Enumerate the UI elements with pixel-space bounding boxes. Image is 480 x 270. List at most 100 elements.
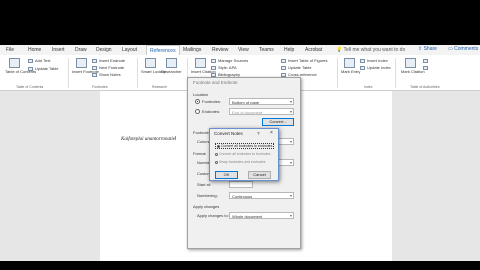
manage-sources-button[interactable]: Manage Sources (211, 58, 248, 63)
update-table-figures-label: Update Table (288, 65, 312, 70)
group-divider (137, 58, 138, 88)
tab-help[interactable]: Help (284, 47, 294, 53)
tab-review[interactable]: Review (212, 47, 228, 53)
update-index-icon (360, 65, 365, 70)
add-text-label: Add Text (35, 58, 51, 63)
tab-file[interactable]: File (6, 47, 14, 53)
tab-mailings[interactable]: Mailings (183, 47, 201, 53)
insert-endnote-label: Insert Endnote (99, 58, 126, 63)
update-table-icon (28, 66, 33, 71)
research-group-label: Research (152, 85, 167, 89)
convert-notes-title: Convert Notes (214, 131, 243, 136)
manage-sources-label: Manage Sources (218, 58, 249, 63)
convert-button[interactable]: Convert... (262, 118, 294, 126)
update-table-button[interactable]: Update Table (28, 66, 59, 71)
insert-toa-icon (423, 58, 428, 63)
help-icon[interactable]: ? (257, 131, 260, 136)
share-button[interactable]: ⇪ Share (418, 46, 437, 52)
researcher-label: Researcher (161, 69, 182, 74)
style-dropdown[interactable]: Style: APA (211, 65, 237, 70)
numbering-select[interactable]: Continuous ▾ (229, 192, 294, 199)
comment-icon: ▭ (448, 46, 453, 52)
show-notes-button[interactable]: Show Notes (92, 72, 121, 77)
format-section-label: Format (193, 151, 206, 156)
insert-index-icon (360, 58, 365, 63)
insert-table-of-figures-label: Insert Table of Figures (288, 58, 328, 63)
footnotes-position-value: Bottom of page (232, 100, 260, 105)
insert-index-label: Insert Index (367, 58, 388, 63)
insert-citation-button[interactable]: Insert Citation (191, 58, 216, 74)
add-text-button[interactable]: Add Text (28, 58, 51, 63)
option-swap-notes[interactable]: Swap footnotes and endnotes (215, 160, 265, 164)
chevron-down-icon: ▾ (289, 139, 292, 144)
footnotes-position-select[interactable]: Bottom of page ▾ (229, 98, 294, 105)
start-at-stepper[interactable] (229, 181, 253, 188)
location-section-label: Location (193, 92, 209, 97)
toc-group-label: Table of Contents (16, 85, 44, 89)
update-index-button[interactable]: Update Index (360, 65, 391, 70)
apply-changes-to-label: Apply changes to: (197, 213, 229, 218)
tab-insert[interactable]: Insert (52, 47, 65, 53)
endnotes-radio[interactable] (195, 109, 200, 114)
numbering-value: Continuous (232, 194, 253, 199)
smart-lookup-button[interactable]: Smart Lookup (141, 58, 166, 74)
endnotes-position-select[interactable]: End of document ▾ (229, 108, 294, 115)
option3-radio[interactable] (215, 160, 218, 164)
option2-radio[interactable] (215, 152, 218, 156)
insert-table-of-figures-button[interactable]: Insert Table of Figures (281, 58, 328, 63)
next-footnote-button[interactable]: Next Footnote (92, 65, 124, 70)
option1-radio[interactable] (217, 144, 220, 148)
mark-entry-icon (343, 58, 355, 68)
lightbulb-icon: 💡 (336, 47, 343, 53)
tab-references[interactable]: References (146, 45, 180, 55)
ok-button[interactable]: OK (215, 171, 238, 179)
cancel-button[interactable]: Cancel (248, 171, 271, 179)
style-label: Style: (218, 65, 229, 70)
endnotes-label: Endnotes: (202, 109, 221, 114)
mark-entry-button[interactable]: Mark Entry (341, 58, 361, 74)
option-footnotes-to-endnotes[interactable]: Convert all footnotes to endnotes (215, 143, 275, 149)
tab-design[interactable]: Design (96, 47, 112, 53)
tell-me-text: Tell me what you want to do (343, 47, 406, 53)
tab-home[interactable]: Home (28, 47, 41, 53)
insert-toa-button[interactable] (423, 58, 430, 63)
update-table-figures-button[interactable]: Update Table (281, 65, 312, 70)
tell-me-search[interactable]: 💡 Tell me what you want to do (336, 47, 405, 53)
close-icon[interactable]: × (270, 130, 273, 136)
mark-entry-label: Mark Entry (341, 69, 361, 74)
table-of-contents-icon (8, 58, 20, 68)
index-group-label: Index (364, 85, 373, 89)
insert-footnote-button[interactable]: Insert Footnote (72, 58, 99, 74)
mark-citation-label: Mark Citation (401, 69, 425, 74)
tab-acrobat[interactable]: Acrobat (305, 47, 322, 53)
share-label: Share (423, 46, 437, 52)
next-footnote-label: Next Footnote (99, 65, 125, 70)
show-notes-icon (92, 72, 97, 77)
insert-citation-icon (194, 58, 206, 68)
update-toa-icon (423, 65, 428, 70)
tab-view[interactable]: View (238, 47, 249, 53)
share-icon: ⇪ (418, 46, 423, 52)
researcher-button[interactable]: Researcher (161, 58, 182, 74)
option-endnotes-to-footnotes[interactable]: Convert all endnotes to footnotes (215, 152, 270, 156)
tab-draw[interactable]: Draw (75, 47, 87, 53)
apply-changes-to-select[interactable]: Whole document ▾ (229, 212, 294, 219)
table-of-contents-button[interactable]: Table of Contents (5, 58, 36, 74)
manage-sources-icon (211, 58, 216, 63)
convert-notes-dialog: Convert Notes ? × Convert all footnotes … (209, 128, 279, 181)
footnotes-radio[interactable] (195, 99, 200, 104)
option1-label: Convert all footnotes to endnotes (221, 144, 273, 148)
tab-teams[interactable]: Teams (259, 47, 274, 53)
insert-endnote-button[interactable]: Insert Endnote (92, 58, 125, 63)
document-text[interactable]: Kaifoteplai unantorronatieI (121, 136, 176, 142)
group-divider (337, 58, 338, 88)
update-toa-button[interactable] (423, 65, 430, 70)
insert-index-button[interactable]: Insert Index (360, 58, 388, 63)
mark-citation-button[interactable]: Mark Citation (401, 58, 425, 74)
start-at-label: Start at: (197, 182, 212, 187)
researcher-icon (165, 58, 177, 68)
update-index-label: Update Index (367, 65, 391, 70)
tab-layout[interactable]: Layout (122, 47, 137, 53)
comments-button[interactable]: ▭ Comments (448, 46, 478, 52)
insert-footnote-icon (75, 58, 87, 68)
